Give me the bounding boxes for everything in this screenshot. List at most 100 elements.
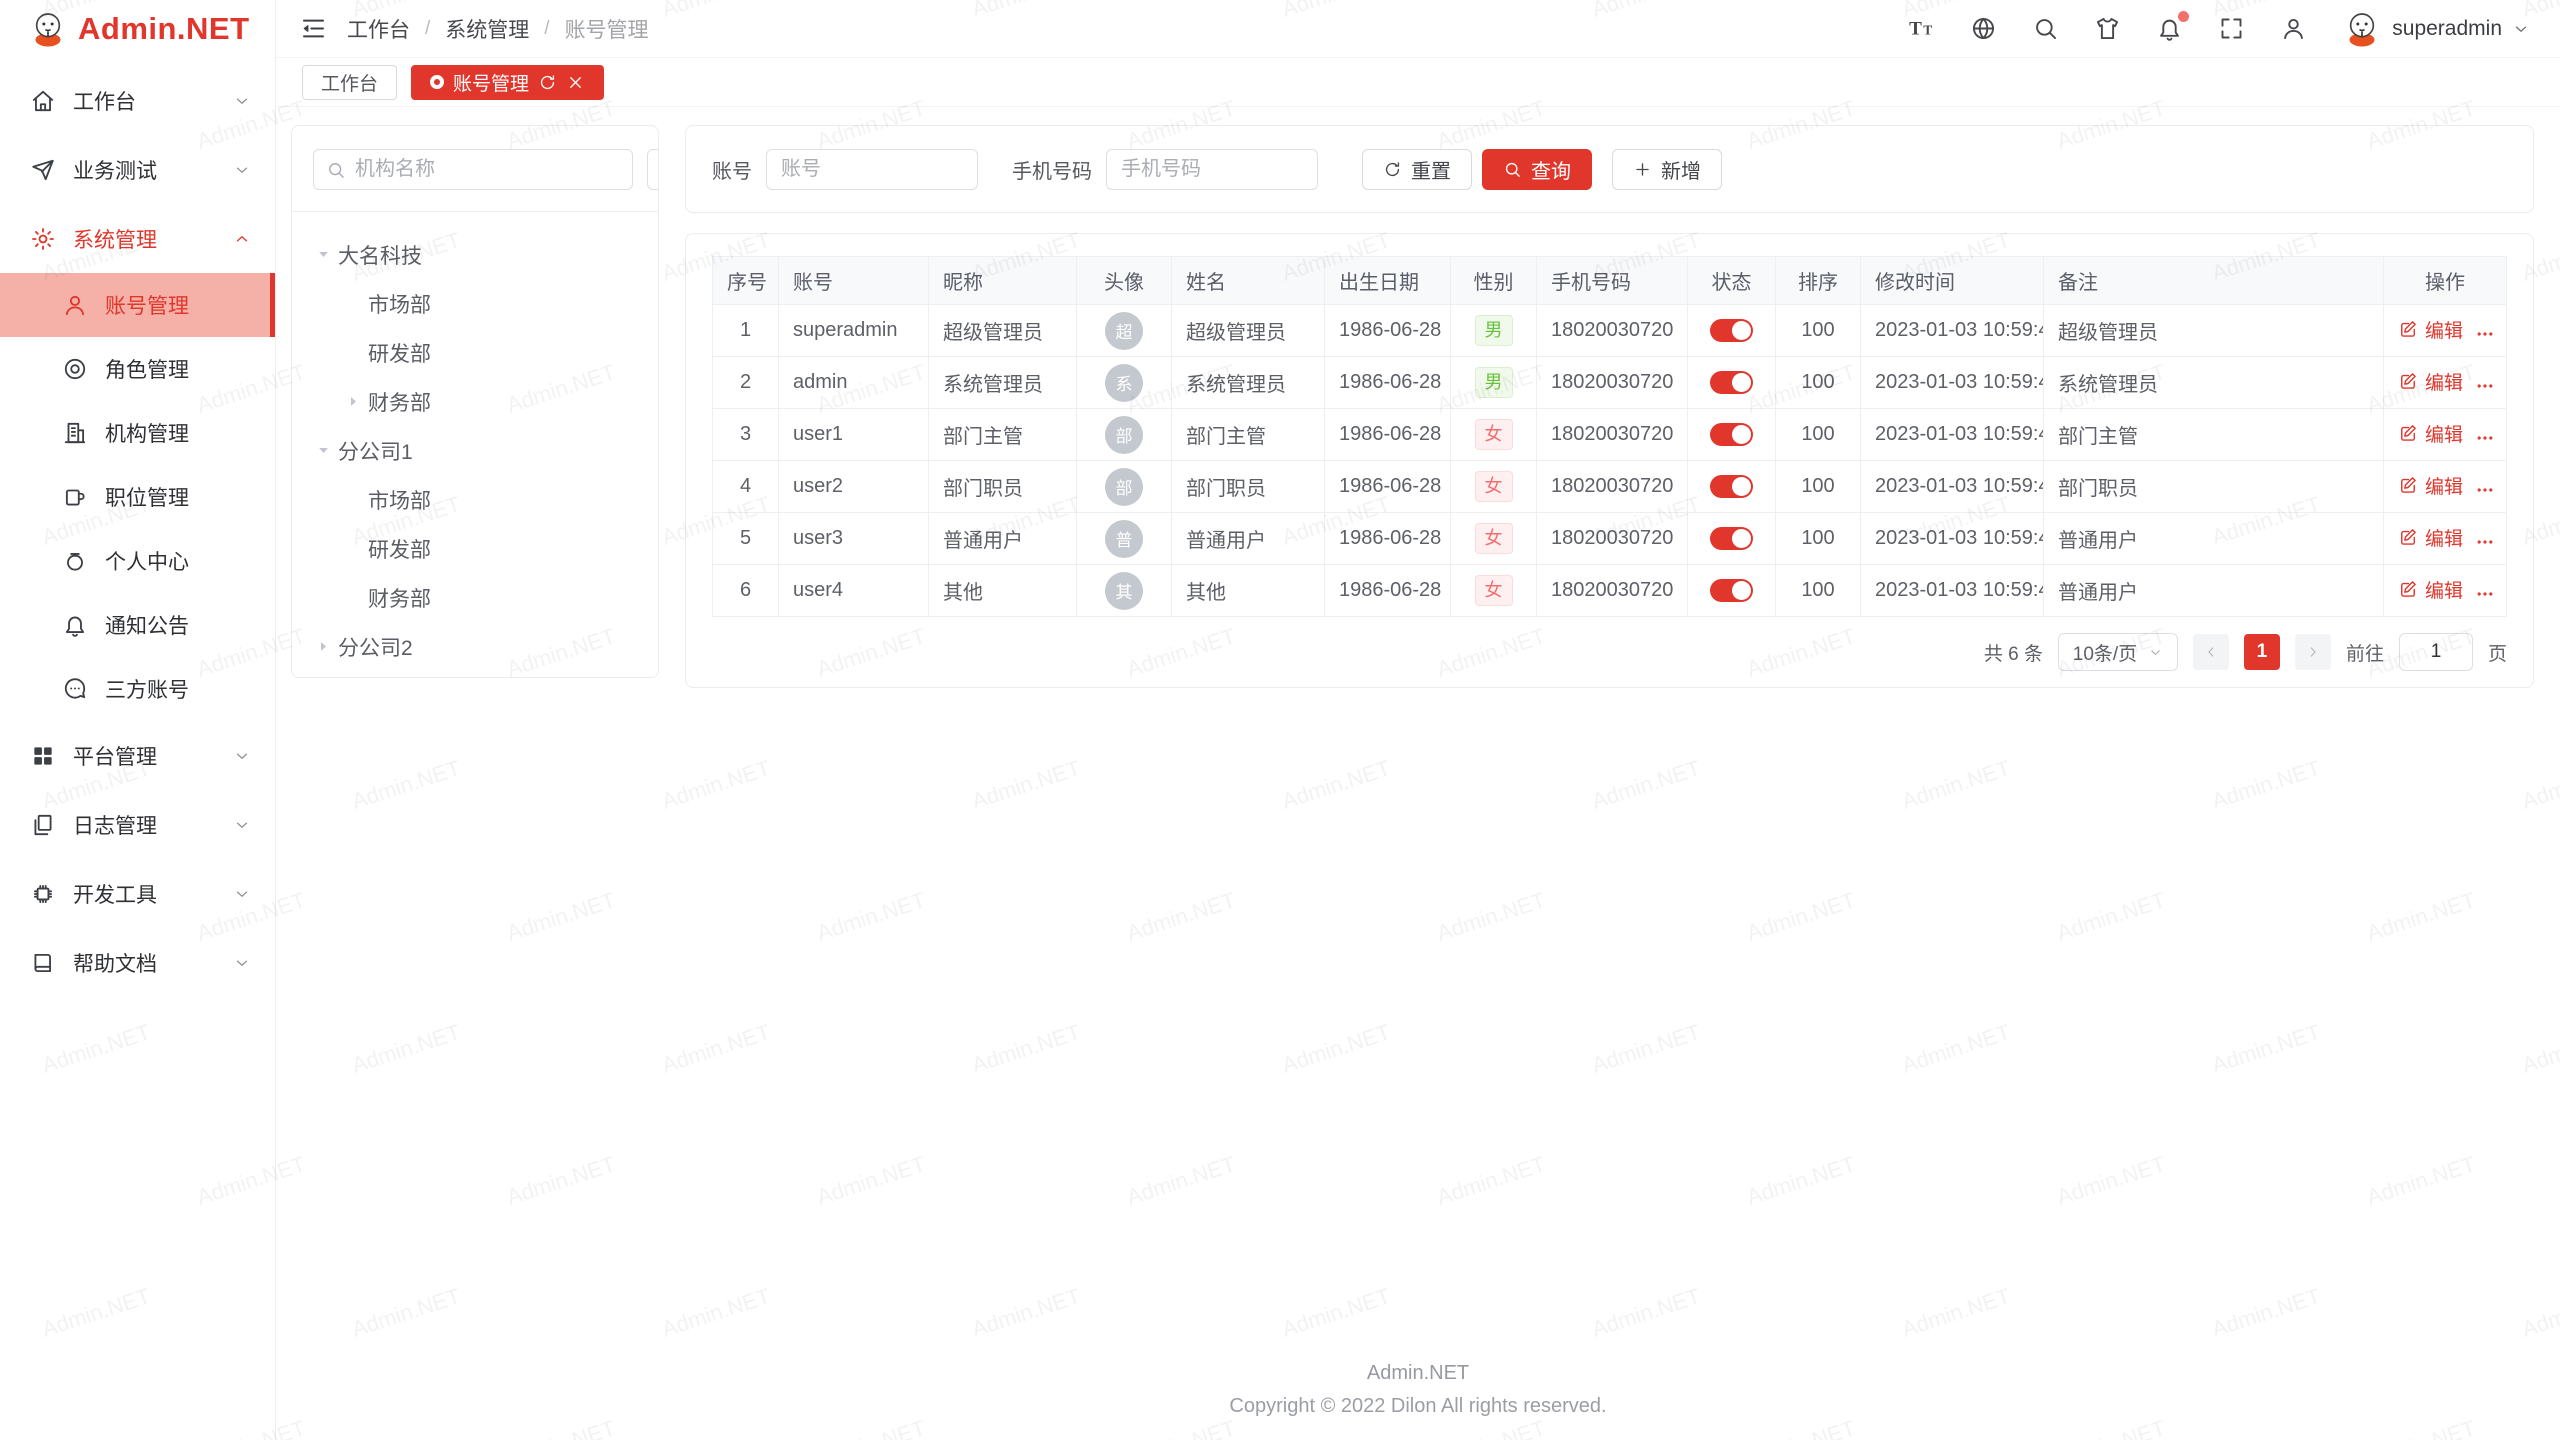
sidebar-item-label: 账号管理: [105, 290, 251, 320]
sidebar-item[interactable]: 机构管理: [0, 401, 275, 465]
edit-button[interactable]: 编辑: [2398, 524, 2463, 551]
edit-button[interactable]: 编辑: [2398, 316, 2463, 343]
add-button[interactable]: 新增: [1612, 149, 1722, 190]
account-input[interactable]: [766, 149, 978, 190]
caret-closed-icon[interactable]: [338, 394, 368, 409]
user-avatar: [2342, 9, 2382, 49]
status-toggle[interactable]: [1710, 371, 1753, 394]
column-header-birth: 出生日期: [1325, 257, 1451, 305]
breadcrumb-item[interactable]: 工作台: [347, 14, 410, 44]
goto-page-input[interactable]: [2399, 633, 2473, 671]
status-toggle[interactable]: [1710, 527, 1753, 550]
search-icon[interactable]: [2032, 15, 2059, 42]
refresh-icon[interactable]: [538, 73, 557, 92]
menu-fold-icon[interactable]: [300, 15, 327, 42]
cell-index: 3: [713, 409, 779, 461]
user-icon[interactable]: [2280, 15, 2307, 42]
caret-closed-icon[interactable]: [308, 639, 338, 654]
status-toggle[interactable]: [1710, 319, 1753, 342]
sidebar-item[interactable]: 系统管理: [0, 204, 275, 273]
tab-account-management[interactable]: 账号管理: [411, 65, 604, 100]
cell-phone: 18020030720: [1537, 305, 1688, 357]
tree-node[interactable]: 市场部: [308, 475, 658, 524]
user-menu[interactable]: superadmin: [2342, 9, 2530, 49]
more-actions-button[interactable]: [2475, 428, 2495, 448]
sidebar: Admin.NET 工作台业务测试系统管理账号管理角色管理机构管理职位管理个人中…: [0, 0, 276, 1440]
sidebar-item[interactable]: 角色管理: [0, 337, 275, 401]
tree-node[interactable]: 分公司1: [308, 426, 658, 475]
cell-sort: 100: [1776, 305, 1861, 357]
font-size-icon[interactable]: TT: [1908, 15, 1935, 42]
more-actions-button[interactable]: [2475, 584, 2495, 604]
tree-node-label: 市场部: [368, 289, 431, 319]
edit-button[interactable]: 编辑: [2398, 420, 2463, 447]
gender-badge: 女: [1475, 575, 1513, 606]
column-header-index: 序号: [713, 257, 779, 305]
cell-birth: 1986-06-28: [1325, 305, 1451, 357]
cell-gender: 女: [1451, 461, 1537, 513]
tree-node[interactable]: 研发部: [308, 524, 658, 573]
reset-button[interactable]: 重置: [1362, 149, 1472, 190]
cell-account: user3: [779, 513, 929, 565]
logo[interactable]: Admin.NET: [0, 0, 275, 58]
caret-open-icon[interactable]: [308, 247, 338, 262]
chevron-down-icon: [233, 954, 251, 972]
bell-icon[interactable]: [2156, 15, 2183, 42]
next-page-button[interactable]: [2295, 634, 2331, 670]
sidebar-item[interactable]: 业务测试: [0, 135, 275, 204]
tree-node[interactable]: 研发部: [308, 328, 658, 377]
cell-nickname: 其他: [929, 565, 1077, 617]
language-icon[interactable]: [1970, 15, 1997, 42]
edit-button[interactable]: 编辑: [2398, 472, 2463, 499]
log-icon: [30, 812, 56, 838]
edit-button[interactable]: 编辑: [2398, 368, 2463, 395]
more-actions-button[interactable]: [2475, 480, 2495, 500]
column-header-name: 姓名: [1172, 257, 1325, 305]
org-search-input[interactable]: [355, 158, 620, 181]
tree-node-label: 市场部: [368, 485, 431, 515]
breadcrumb-item[interactable]: 系统管理: [445, 14, 529, 44]
close-icon[interactable]: [566, 73, 585, 92]
sidebar-item[interactable]: 帮助文档: [0, 928, 275, 997]
tree-node[interactable]: 财务部: [308, 377, 658, 426]
more-actions-button[interactable]: [2475, 324, 2495, 344]
status-toggle[interactable]: [1710, 579, 1753, 602]
table-row: 6user4其他其其他1986-06-28女180200307201002023…: [713, 565, 2507, 617]
fullscreen-icon[interactable]: [2218, 15, 2245, 42]
tree-more-button[interactable]: [647, 149, 659, 190]
more-actions-button[interactable]: [2475, 532, 2495, 552]
theme-icon[interactable]: [2094, 15, 2121, 42]
sidebar-item[interactable]: 开发工具: [0, 859, 275, 928]
gender-badge: 男: [1475, 315, 1513, 346]
pagination-total: 共 6 条: [1984, 639, 2043, 666]
status-toggle[interactable]: [1710, 423, 1753, 446]
sidebar-item[interactable]: 职位管理: [0, 465, 275, 529]
table-row: 2admin系统管理员系系统管理员1986-06-28男180200307201…: [713, 357, 2507, 409]
sidebar-item[interactable]: 平台管理: [0, 721, 275, 790]
tree-node[interactable]: 市场部: [308, 279, 658, 328]
sidebar-item[interactable]: 工作台: [0, 66, 275, 135]
cell-status: [1688, 461, 1776, 513]
page-size-select[interactable]: 10条/页: [2058, 633, 2178, 671]
phone-input[interactable]: [1106, 149, 1318, 190]
tab-workbench[interactable]: 工作台: [302, 65, 397, 100]
sidebar-item[interactable]: 通知公告: [0, 593, 275, 657]
caret-open-icon[interactable]: [308, 443, 338, 458]
tree-node[interactable]: 大名科技: [308, 230, 658, 279]
tree-node[interactable]: 分公司2: [308, 622, 658, 671]
send-icon: [30, 157, 56, 183]
query-button[interactable]: 查询: [1482, 149, 1592, 190]
sidebar-item[interactable]: 三方账号: [0, 657, 275, 721]
status-toggle[interactable]: [1710, 475, 1753, 498]
sidebar-item[interactable]: 账号管理: [0, 273, 275, 337]
tree-node[interactable]: 财务部: [308, 573, 658, 622]
edit-button[interactable]: 编辑: [2398, 576, 2463, 603]
cell-sort: 100: [1776, 461, 1861, 513]
edit-icon: [2398, 527, 2418, 547]
page-number-button[interactable]: 1: [2244, 634, 2280, 670]
sidebar-item[interactable]: 日志管理: [0, 790, 275, 859]
content: 大名科技市场部研发部财务部分公司1市场部研发部财务部分公司2 账号 手机号码 重…: [276, 107, 2560, 688]
prev-page-button[interactable]: [2193, 634, 2229, 670]
more-actions-button[interactable]: [2475, 376, 2495, 396]
sidebar-item[interactable]: 个人中心: [0, 529, 275, 593]
